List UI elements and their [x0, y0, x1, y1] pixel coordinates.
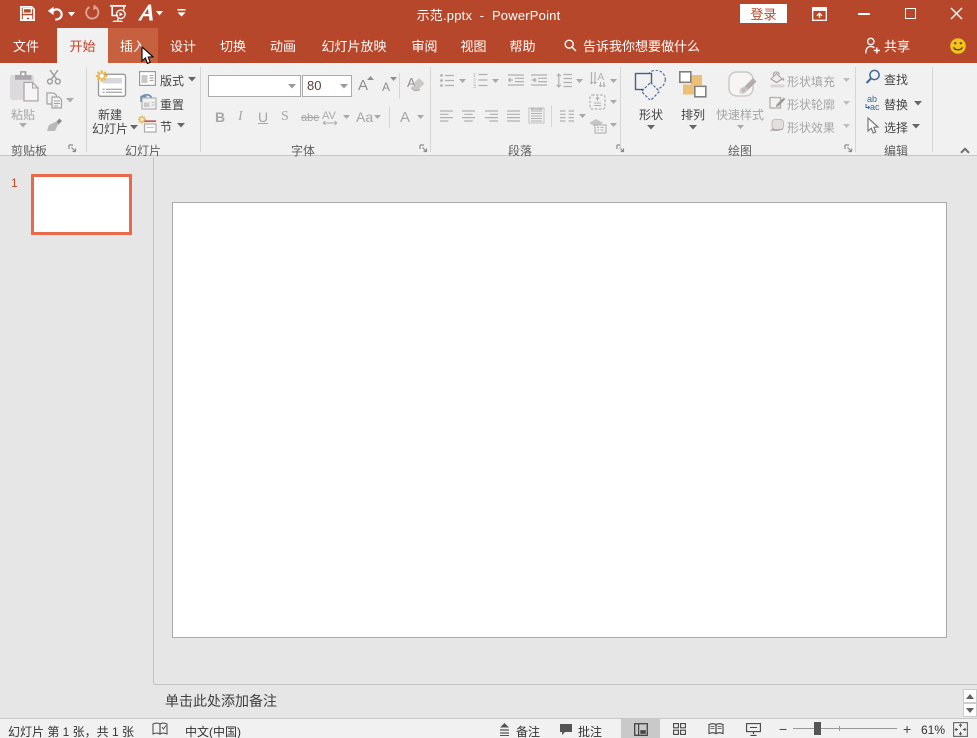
svg-text:AV: AV [322, 110, 337, 122]
svg-text:ac: ac [870, 102, 880, 111]
svg-text:A: A [598, 72, 605, 83]
svg-text:3: 3 [473, 84, 476, 88]
